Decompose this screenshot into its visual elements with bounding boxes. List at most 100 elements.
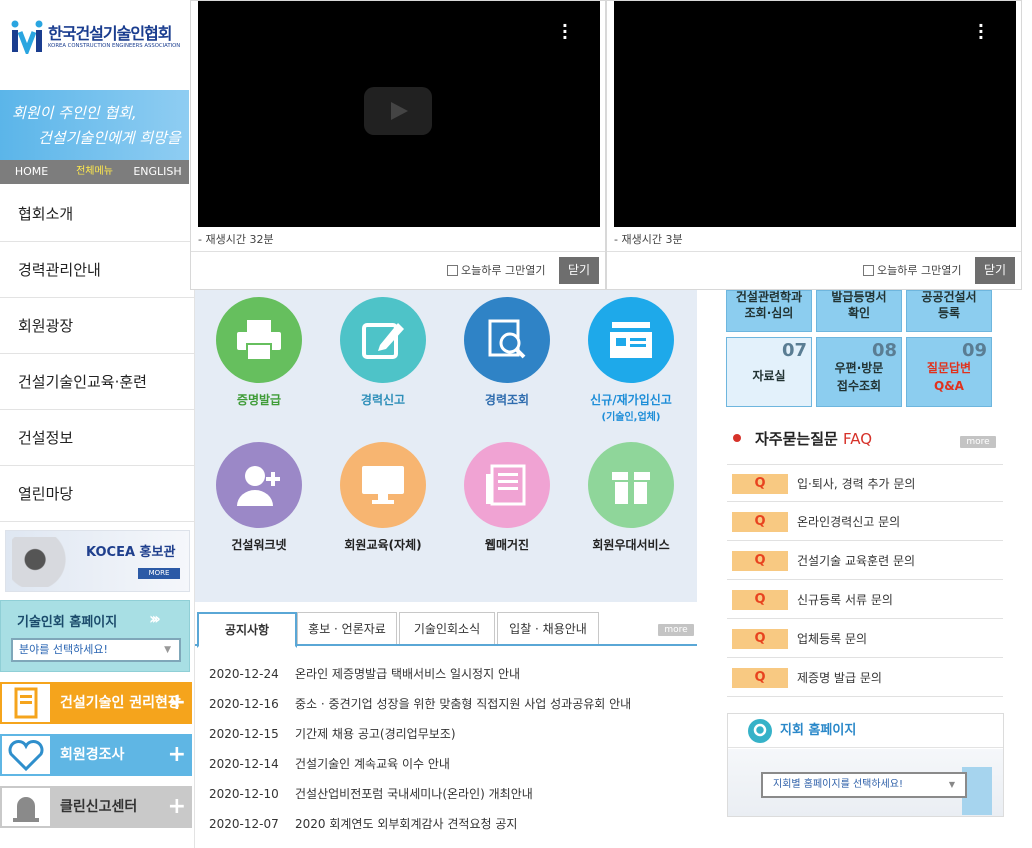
video-duration: - 재생시간 32분 <box>198 233 274 246</box>
video-player-1[interactable]: · · · <box>198 1 600 227</box>
notice-more-button[interactable]: more <box>658 624 694 636</box>
more-options-icon[interactable]: · · · <box>562 18 568 46</box>
faq-item[interactable]: Q 온라인경력신고 문의 <box>727 503 1003 541</box>
microphone-icon <box>12 537 78 587</box>
location-pin-icon <box>748 719 772 743</box>
dont-show-today-checkbox[interactable]: 오늘하루 그만열기 <box>863 262 961 278</box>
rights-center-button[interactable]: 건설기술인 권리현장 + <box>0 682 192 724</box>
slogan-line-1: 회원이 주인인 협회, <box>12 104 137 122</box>
notice-title: 기간제 채용 공고(경리업무보조) <box>295 727 456 741</box>
clean-report-button[interactable]: 클린신고센터 + <box>0 786 192 828</box>
dont-show-today-checkbox[interactable]: 오늘하루 그만열기 <box>447 262 545 278</box>
faq-title-en: FAQ <box>843 430 873 448</box>
member-events-button[interactable]: 회원경조사 + <box>0 734 192 776</box>
branch-homepage-body: 지회별 홈페이지를 선택하세요! ▼ <box>728 749 1003 816</box>
close-button[interactable]: 닫기 <box>975 257 1015 284</box>
quick-box-library[interactable]: 07 자료실 <box>726 337 812 407</box>
menu-item-career[interactable]: 경력관리안내 <box>0 242 195 298</box>
quick-worknet[interactable]: 건설워크넷 <box>204 442 314 553</box>
tab-press[interactable]: 홍보 · 언론자료 <box>297 612 397 644</box>
notice-item[interactable]: 2020-12-16 중소 · 중견기업 성장을 위한 맞춤형 직접지원 사업 성… <box>209 689 631 719</box>
faq-item[interactable]: Q 입·퇴사, 경력 추가 문의 <box>727 464 1003 502</box>
quick-box-label: 조회·심의 <box>744 306 794 320</box>
plus-icon: + <box>167 742 186 767</box>
video-popup-1: · · · - 재생시간 32분 오늘하루 그만열기 닫기 <box>190 0 606 290</box>
notice-title: 건설산업비전포럼 국내세미나(온라인) 개최안내 <box>295 787 533 801</box>
checkbox-icon[interactable] <box>863 265 874 276</box>
quick-certificate[interactable]: 증명발급 <box>204 297 314 408</box>
quick-box-number: 09 <box>961 340 987 361</box>
video-player-2[interactable]: · · · <box>614 1 1016 227</box>
menu-item-open[interactable]: 열린마당 <box>0 466 195 522</box>
quick-member-benefits[interactable]: 회원우대서비스 <box>576 442 686 553</box>
top-nav: HOME 전체메뉴 ENGLISH <box>0 160 189 184</box>
video-popup-footer: 오늘하루 그만열기 닫기 <box>191 251 605 289</box>
tab-association-news[interactable]: 기술인회소식 <box>399 612 495 644</box>
faq-item[interactable]: Q 업체등록 문의 <box>727 620 1003 658</box>
nav-home[interactable]: HOME <box>0 160 63 184</box>
branch-select-value: 지회별 홈페이지를 선택하세요! <box>773 779 903 790</box>
menu-item-info[interactable]: 건설정보 <box>0 410 195 466</box>
faq-more-button[interactable]: more <box>960 436 996 448</box>
faq-item[interactable]: Q 제증명 발급 문의 <box>727 659 1003 697</box>
quick-web-magazine-label: 웹매거진 <box>484 538 530 552</box>
field-select-value: 분야를 선택하세요! <box>19 643 108 656</box>
notice-item[interactable]: 2020-12-14 건설기술인 계속교육 이수 안내 <box>209 749 450 779</box>
quick-new-registration[interactable]: 신규/재가입신고 (기술인,업체) <box>576 297 686 423</box>
quick-member-education-label: 회원교육(자체) <box>344 538 422 552</box>
menu-item-education[interactable]: 건설기술인교육·훈련 <box>0 354 195 410</box>
faq-item[interactable]: Q 신규등록 서류 문의 <box>727 581 1003 619</box>
checkbox-icon[interactable] <box>447 265 458 276</box>
dont-show-today-label: 오늘하루 그만열기 <box>461 264 546 277</box>
quick-web-magazine[interactable]: 웹매거진 <box>452 442 562 553</box>
field-select[interactable]: 분야를 선택하세요! ▼ <box>11 638 181 662</box>
notice-item[interactable]: 2020-12-07 2020 회계연도 외부회계감사 견적요청 공지 <box>209 809 517 839</box>
tab-notice[interactable]: 공지사항 <box>197 612 297 648</box>
monitor-icon <box>340 442 426 528</box>
menu-item-about[interactable]: 협회소개 <box>0 186 195 242</box>
quick-worknet-label: 건설워크넷 <box>231 538 287 552</box>
branch-select[interactable]: 지회별 홈페이지를 선택하세요! ▼ <box>761 772 967 798</box>
faq-item-text: 신규등록 서류 문의 <box>797 593 893 607</box>
logo-subtitle: KOREA CONSTRUCTION ENGINEERS ASSOCIATION <box>48 43 181 49</box>
arrows-icon: ››› <box>149 609 161 628</box>
quick-box-label: 질문답변 <box>926 361 972 375</box>
notice-item[interactable]: 2020-12-15 기간제 채용 공고(경리업무보조) <box>209 719 456 749</box>
quick-box-certificate-check[interactable]: 발급등명서 확인 <box>816 290 902 332</box>
quick-box-qna[interactable]: 09 질문답변 Q&A <box>906 337 992 407</box>
nav-english[interactable]: ENGLISH <box>126 160 189 184</box>
gift-icon <box>588 442 674 528</box>
kocea-promo-banner[interactable]: KOCEA 홍보관 MORE <box>5 530 190 592</box>
siren-icon <box>2 788 50 826</box>
more-options-icon[interactable]: · · · <box>978 18 984 46</box>
notice-title: 중소 · 중견기업 성장을 위한 맞춤형 직접지원 사업 성과공유회 안내 <box>295 697 632 711</box>
faq-q-badge: Q <box>732 590 788 610</box>
quick-box-course-review[interactable]: 건설관련학과 조회·심의 <box>726 290 812 332</box>
edit-icon <box>340 297 426 383</box>
chevron-down-icon: ▼ <box>164 645 171 655</box>
notice-tabs: 공지사항 홍보 · 언론자료 기술인회소식 입찰 · 채용안내 <box>195 612 697 648</box>
close-button[interactable]: 닫기 <box>559 257 599 284</box>
faq-q-badge: Q <box>732 668 788 688</box>
quick-career-search[interactable]: 경력조회 <box>452 297 562 408</box>
quick-box-public-register[interactable]: 공공건설서 등록 <box>906 290 992 332</box>
notice-date: 2020-12-16 <box>209 697 279 711</box>
nav-all-menu[interactable]: 전체메뉴 <box>63 160 126 184</box>
branch-homepage-header: 지회 홈페이지 <box>728 714 1003 748</box>
notice-item[interactable]: 2020-12-24 온라인 제증명발급 택배서비스 일시정지 안내 <box>209 659 520 689</box>
faq-title: 자주묻는질문 FAQ <box>755 428 872 449</box>
menu-item-members[interactable]: 회원광장 <box>0 298 195 354</box>
notice-item[interactable]: 2020-12-10 건설산업비전포럼 국내세미나(온라인) 개최안내 <box>209 779 533 809</box>
quick-career-report[interactable]: 경력신고 <box>328 297 438 408</box>
plus-icon: + <box>167 794 186 819</box>
faq-item[interactable]: Q 건설기술 교육훈련 문의 <box>727 542 1003 580</box>
site-logo[interactable]: 한국건설기술인협회 KOREA CONSTRUCTION ENGINEERS A… <box>10 16 185 60</box>
play-icon[interactable] <box>364 87 432 135</box>
kocea-more-button[interactable]: MORE <box>138 568 180 579</box>
quick-box-label: 자료실 <box>752 369 786 383</box>
printer-icon <box>216 297 302 383</box>
quick-box-mail-visit[interactable]: 08 우편·방문 접수조회 <box>816 337 902 407</box>
quick-member-education[interactable]: 회원교육(자체) <box>328 442 438 553</box>
tab-bidding-recruit[interactable]: 입찰 · 채용안내 <box>497 612 599 644</box>
quick-box-label: 발급등명서 <box>831 290 887 304</box>
